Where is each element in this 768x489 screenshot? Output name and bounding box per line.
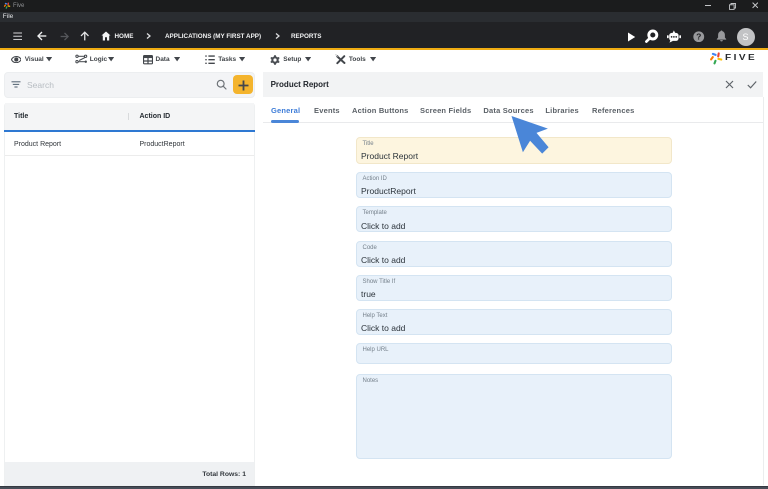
svg-text:?: ? [696, 31, 701, 41]
